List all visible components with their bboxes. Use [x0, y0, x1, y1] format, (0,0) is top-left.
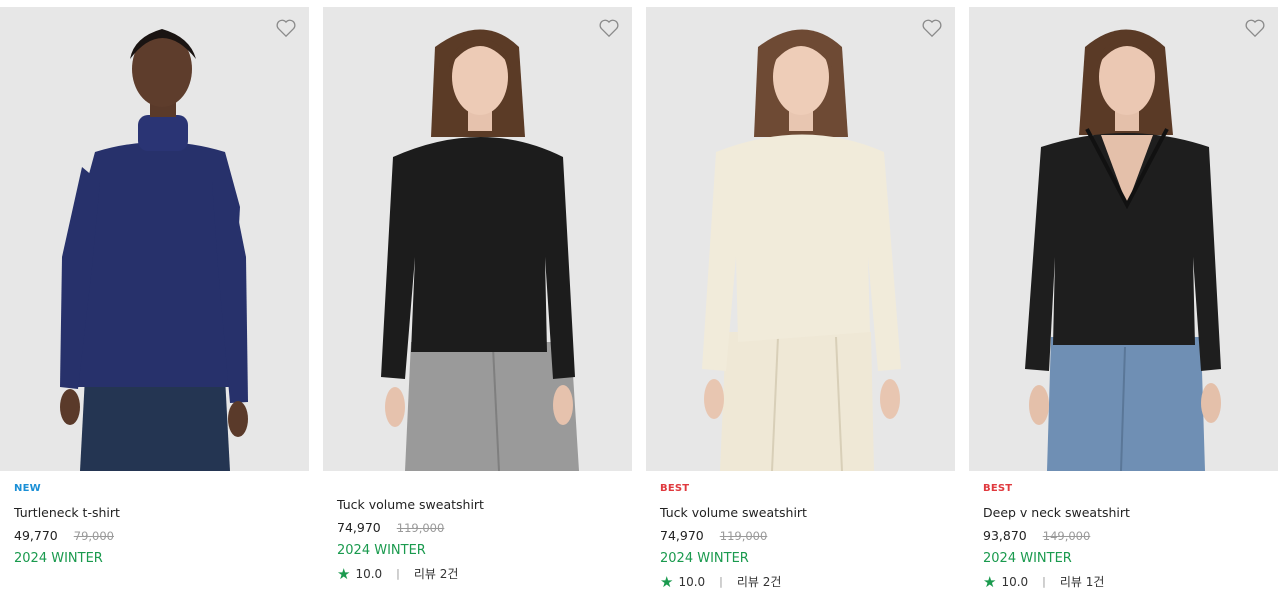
product-name[interactable]: Deep v neck sweatshirt: [983, 505, 1270, 521]
star-icon: ★: [337, 565, 351, 583]
original-price: 119,000: [719, 529, 768, 543]
rating-row: ★ 10.0 | 리뷰 2건: [660, 574, 947, 590]
product-image[interactable]: [323, 7, 632, 471]
product-card[interactable]: NEW Turtleneck t-shirt 49,770 79,000 2024…: [0, 0, 309, 601]
sale-price: 74,970: [337, 520, 381, 535]
product-name[interactable]: Turtleneck t-shirt: [14, 505, 301, 521]
heart-outline-icon[interactable]: [921, 18, 943, 38]
model-sweatshirt-cream-image: [702, 29, 901, 471]
star-icon: ★: [660, 573, 674, 591]
heart-outline-icon[interactable]: [275, 18, 297, 38]
star-icon: ★: [983, 573, 997, 591]
product-image[interactable]: [0, 7, 309, 471]
season-label: 2024 WINTER: [660, 551, 749, 566]
model-sweatshirt-black-image: [381, 29, 579, 471]
sale-price: 74,970: [660, 528, 704, 543]
original-price: 79,000: [73, 529, 114, 543]
new-badge: NEW: [14, 483, 41, 494]
divider: |: [396, 567, 400, 580]
rating-value: 10.0: [678, 575, 706, 589]
rating-value: 10.0: [1001, 575, 1029, 589]
product-info: BEST Tuck volume sweatshirt 74,970 119,00…: [660, 482, 947, 590]
review-count[interactable]: 리뷰 2건: [737, 574, 782, 590]
heart-outline-icon[interactable]: [1244, 18, 1266, 38]
product-name[interactable]: Tuck volume sweatshirt: [660, 505, 947, 521]
price-row: 74,970 119,000: [337, 520, 624, 536]
review-count[interactable]: 리뷰 2건: [414, 566, 459, 582]
rating-value: 10.0: [355, 567, 383, 581]
rating-row: ★ 10.0 | 리뷰 1건: [983, 574, 1270, 590]
price-row: 49,770 79,000: [14, 528, 301, 544]
review-count[interactable]: 리뷰 1건: [1060, 574, 1105, 590]
product-card[interactable]: BEST Tuck volume sweatshirt 74,970 119,00…: [646, 0, 955, 601]
original-price: 149,000: [1042, 529, 1091, 543]
heart-outline-icon[interactable]: [598, 18, 620, 38]
sale-price: 93,870: [983, 528, 1027, 543]
model-turtleneck-navy-image: [60, 29, 248, 471]
model-vneck-black-image: [1025, 29, 1221, 471]
product-name[interactable]: Tuck volume sweatshirt: [337, 497, 624, 513]
best-badge: BEST: [983, 483, 1013, 494]
product-info: BEST Deep v neck sweatshirt 93,870 149,00…: [983, 482, 1270, 590]
best-badge: BEST: [660, 483, 690, 494]
product-info: NEW Turtleneck t-shirt 49,770 79,000 2024…: [14, 482, 301, 574]
product-image[interactable]: [646, 7, 955, 471]
price-row: 74,970 119,000: [660, 528, 947, 544]
product-card[interactable]: BEST Deep v neck sweatshirt 93,870 149,00…: [969, 0, 1278, 601]
product-info: Tuck volume sweatshirt 74,970 119,000 202…: [337, 497, 624, 582]
season-label: 2024 WINTER: [14, 551, 103, 566]
rating-row: ★ 10.0 | 리뷰 2건: [337, 566, 624, 582]
divider: |: [719, 575, 723, 588]
price-row: 93,870 149,000: [983, 528, 1270, 544]
product-image[interactable]: [969, 7, 1278, 471]
season-label: 2024 WINTER: [337, 543, 426, 558]
product-grid: NEW Turtleneck t-shirt 49,770 79,000 2024…: [0, 0, 1282, 601]
original-price: 119,000: [396, 521, 445, 535]
sale-price: 49,770: [14, 528, 58, 543]
season-label: 2024 WINTER: [983, 551, 1072, 566]
product-card[interactable]: Tuck volume sweatshirt 74,970 119,000 202…: [323, 0, 632, 601]
divider: |: [1042, 575, 1046, 588]
